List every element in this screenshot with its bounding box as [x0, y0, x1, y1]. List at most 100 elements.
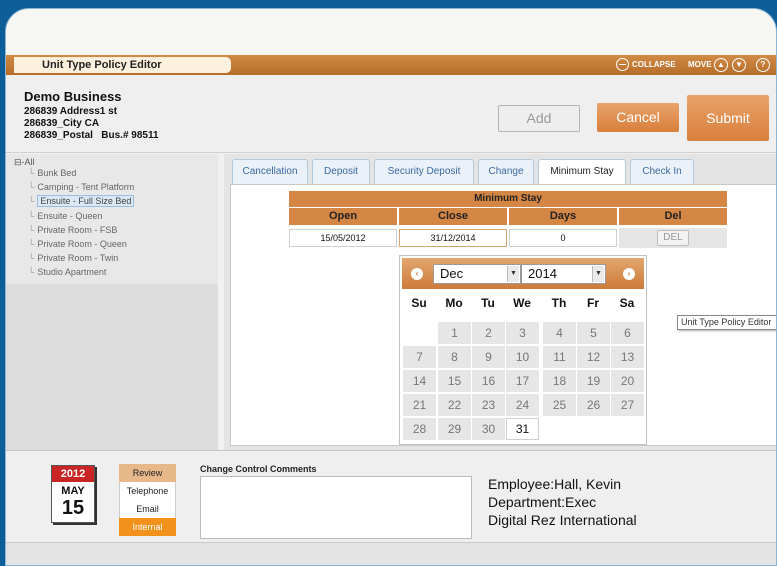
date-month: MAY: [61, 485, 85, 497]
calendar-day[interactable]: 22: [438, 394, 471, 416]
cancel-button[interactable]: Cancel: [597, 103, 679, 132]
bottom-bar: [6, 542, 776, 565]
collapse-button[interactable]: COLLAPSE: [632, 60, 676, 69]
tree-item[interactable]: └ Private Room - FSB: [28, 225, 117, 235]
calendar-day[interactable]: 24: [506, 394, 539, 416]
calendar-day[interactable]: 29: [438, 418, 471, 440]
contact-type-review[interactable]: Review: [119, 464, 176, 482]
close-date-field[interactable]: 31/12/2014: [399, 229, 507, 247]
calendar-day[interactable]: 4: [543, 322, 576, 344]
date-year: 2012: [52, 466, 94, 482]
tree-item[interactable]: └ Bunk Bed: [28, 168, 76, 178]
calendar-day[interactable]: 15: [438, 370, 471, 392]
business-city: 286839_City CA: [24, 118, 100, 129]
column-header-open: Open: [289, 208, 397, 225]
comments-label: Change Control Comments: [200, 464, 317, 474]
tree-item[interactable]: └ Studio Apartment: [28, 267, 106, 277]
calendar-day[interactable]: 9: [472, 346, 505, 368]
comments-textarea[interactable]: [200, 476, 472, 539]
calendar-day[interactable]: 14: [403, 370, 436, 392]
next-month-icon[interactable]: ›: [623, 268, 635, 280]
weekday-label: Fr: [587, 296, 599, 310]
calendar-day[interactable]: 20: [611, 370, 644, 392]
prev-month-icon[interactable]: ‹: [411, 268, 423, 280]
tab-change[interactable]: Change: [478, 159, 534, 185]
contact-type-email[interactable]: Email: [119, 500, 176, 518]
tab-cancellation[interactable]: Cancellation: [232, 159, 308, 185]
collapse-icon[interactable]: [616, 58, 629, 71]
delete-button[interactable]: DEL: [657, 230, 689, 246]
calendar-day[interactable]: 16: [472, 370, 505, 392]
move-down-icon[interactable]: ▼: [732, 58, 746, 72]
calendar-day[interactable]: 6: [611, 322, 644, 344]
calendar-day[interactable]: 18: [543, 370, 576, 392]
tree-root[interactable]: ⊟-All: [14, 157, 35, 168]
calendar-day[interactable]: 26: [577, 394, 610, 416]
date-picker-header: ‹ Dec ▼ 2014 ▼ ›: [402, 258, 644, 289]
tab-security-deposit[interactable]: Security Deposit: [374, 159, 474, 185]
calendar-day[interactable]: 19: [577, 370, 610, 392]
calendar-day[interactable]: 21: [403, 394, 436, 416]
add-button[interactable]: Add: [498, 105, 580, 132]
policy-content: Cancellation Deposit Security Deposit Ch…: [224, 154, 776, 450]
calendar-day[interactable]: 27: [611, 394, 644, 416]
tree-item[interactable]: └ Ensuite - Queen: [28, 211, 102, 221]
date-picker: ‹ Dec ▼ 2014 ▼ › Su Mo Tu We Th Fr Sa 1 2 3 4 5 6 7 8 9…: [399, 255, 647, 445]
contact-type-list: Review Telephone Email Internal: [119, 464, 176, 536]
contact-type-internal[interactable]: Internal: [119, 518, 176, 536]
submit-button[interactable]: Submit: [687, 95, 769, 141]
calendar-day[interactable]: 3: [506, 322, 539, 344]
grid-title: Minimum Stay: [289, 191, 727, 207]
weekday-label: Sa: [619, 296, 635, 310]
tree-item-selected[interactable]: └ Ensuite - Full Size Bed: [28, 195, 135, 207]
calendar-icon: 2012 MAY 15: [51, 465, 95, 523]
tree-item[interactable]: └ Private Room - Twin: [28, 253, 118, 263]
app-window: Unit Type Policy Editor COLLAPSE MOVE ▲ …: [5, 8, 777, 566]
column-header-del: Del: [619, 208, 727, 225]
chevron-down-icon: ▼: [507, 266, 519, 282]
calendar-day[interactable]: 17: [506, 370, 539, 392]
calendar-day[interactable]: 30: [472, 418, 505, 440]
calendar-day[interactable]: 10: [506, 346, 539, 368]
calendar-day[interactable]: 12: [577, 346, 610, 368]
help-button[interactable]: ?: [756, 58, 770, 72]
del-cell: DEL: [619, 228, 727, 248]
tab-minimum-stay[interactable]: Minimum Stay: [538, 159, 626, 185]
weekday-label: Tu: [481, 296, 495, 310]
company-name: Digital Rez International: [488, 512, 637, 528]
calendar-day[interactable]: 13: [611, 346, 644, 368]
business-header: Demo Business 286839 Address1 st 286839_…: [6, 75, 776, 153]
business-name: Demo Business: [24, 89, 122, 104]
weekday-label: Th: [551, 296, 567, 310]
calendar-day[interactable]: 11: [543, 346, 576, 368]
business-address: 286839 Address1 st: [24, 106, 118, 117]
calendar-day[interactable]: 7: [403, 346, 436, 368]
employee-name: Employee:Hall, Kevin: [488, 476, 622, 492]
title-bar: Unit Type Policy Editor COLLAPSE MOVE ▲ …: [6, 55, 776, 75]
year-select[interactable]: 2014 ▼: [521, 264, 606, 284]
calendar-day[interactable]: 25: [543, 394, 576, 416]
column-header-close: Close: [399, 208, 507, 225]
calendar-day[interactable]: 28: [403, 418, 436, 440]
days-field[interactable]: 0: [509, 229, 617, 247]
move-up-icon[interactable]: ▲: [714, 58, 728, 72]
tree-item[interactable]: └ Camping - Tent Platform: [28, 182, 134, 192]
calendar-day[interactable]: 23: [472, 394, 505, 416]
calendar-day[interactable]: 5: [577, 322, 610, 344]
tooltip: Unit Type Policy Editor: [677, 315, 776, 330]
contact-type-telephone[interactable]: Telephone: [119, 482, 176, 500]
open-date-field[interactable]: 15/05/2012: [289, 229, 397, 247]
tree-item[interactable]: └ Private Room - Queen: [28, 239, 127, 249]
calendar-day[interactable]: 8: [438, 346, 471, 368]
calendar-day[interactable]: 2: [472, 322, 505, 344]
weekday-label: We: [513, 296, 531, 310]
calendar-day-selected[interactable]: 31: [506, 418, 539, 440]
month-select[interactable]: Dec ▼: [433, 264, 521, 284]
tab-check-in[interactable]: Check In: [630, 159, 694, 185]
tab-deposit[interactable]: Deposit: [312, 159, 370, 185]
calendar-day[interactable]: 1: [438, 322, 471, 344]
chevron-down-icon: ▼: [592, 266, 604, 282]
unit-type-tree: ⊟-All └ Bunk Bed └ Camping - Tent Platform…: [6, 154, 218, 450]
date-day: 15: [61, 497, 85, 519]
weekday-label: Mo: [445, 296, 463, 310]
